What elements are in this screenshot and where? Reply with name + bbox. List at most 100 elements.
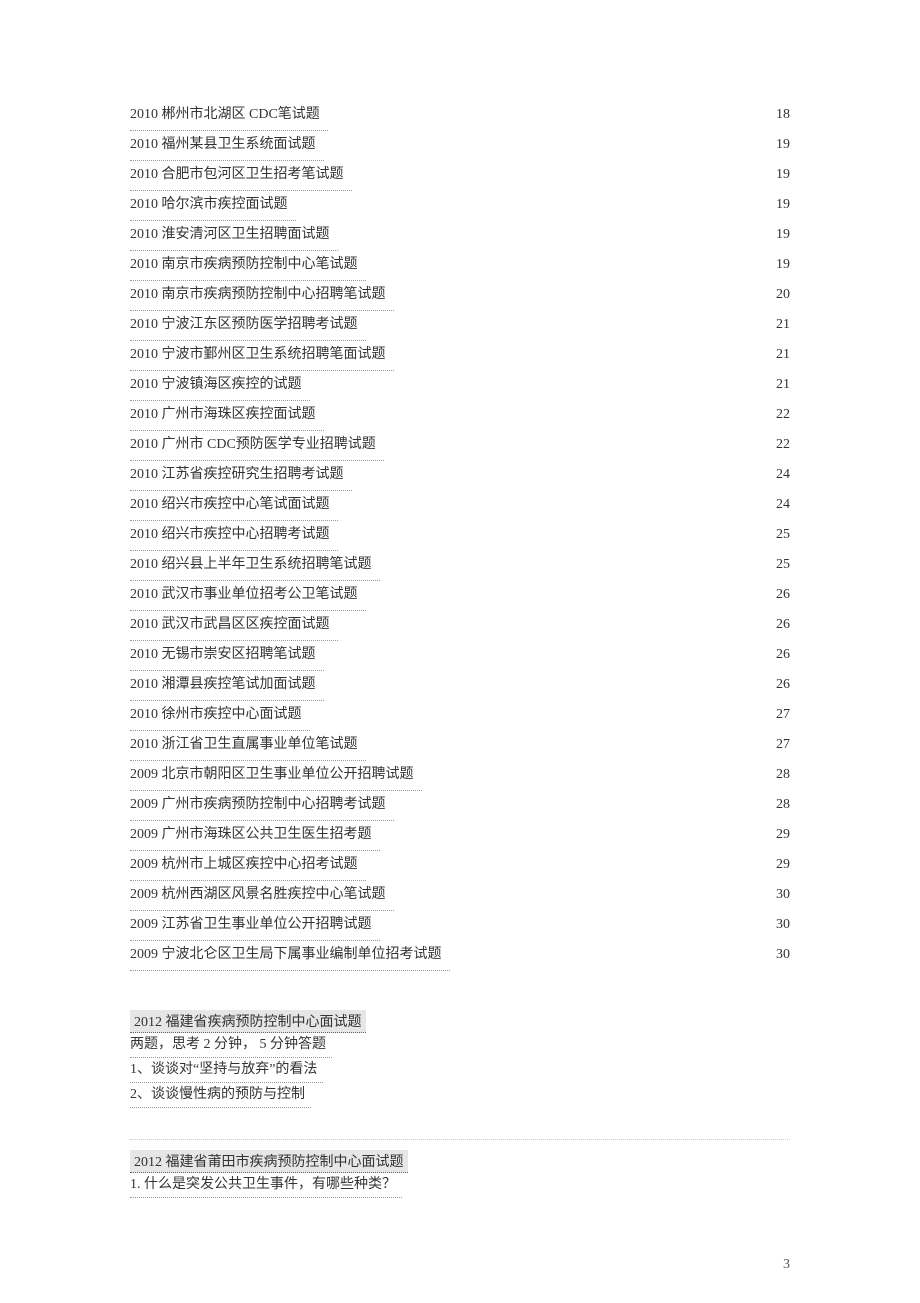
toc-row[interactable]: 2010 哈尔滨市疾控面试题 19 (130, 190, 790, 220)
section-1-line-2: 2、谈谈慢性病的预防与控制 (130, 1083, 311, 1108)
toc-page: 26 (768, 580, 790, 610)
toc-title: 2010 郴州市北湖区 CDC笔试题 (130, 100, 328, 131)
toc-title: 2010 合肥市包河区卫生招考笔试题 (130, 160, 352, 191)
toc-title: 2010 广州市海珠区疾控面试题 (130, 400, 324, 431)
toc-title: 2010 宁波市鄞州区卫生系统招聘笔面试题 (130, 340, 394, 371)
section-heading-1-text: 2012 福建省疾病预防控制中心面试题 (134, 1015, 362, 1030)
toc-page: 29 (768, 820, 790, 850)
toc-title: 2010 江苏省疾控研究生招聘考试题 (130, 460, 352, 491)
toc-row[interactable]: 2009 江苏省卫生事业单位公开招聘试题 30 (130, 910, 790, 940)
toc-page: 19 (768, 220, 790, 250)
toc-row[interactable]: 2010 南京市疾病预防控制中心招聘笔试题 20 (130, 280, 790, 310)
toc-title: 2010 淮安清河区卫生招聘面试题 (130, 220, 338, 251)
toc-title: 2009 广州市海珠区公共卫生医生招考题 (130, 820, 380, 851)
toc-row[interactable]: 2010 合肥市包河区卫生招考笔试题 19 (130, 160, 790, 190)
toc-title: 2010 武汉市事业单位招考公卫笔试题 (130, 580, 366, 611)
toc-page: 26 (768, 610, 790, 640)
section-divider (130, 1114, 790, 1140)
toc-page: 24 (768, 490, 790, 520)
toc-row[interactable]: 2010 江苏省疾控研究生招聘考试题 24 (130, 460, 790, 490)
page-number: 3 (783, 1257, 790, 1273)
toc-row[interactable]: 2009 广州市疾病预防控制中心招聘考试题 28 (130, 790, 790, 820)
toc-title: 2009 广州市疾病预防控制中心招聘考试题 (130, 790, 394, 821)
section-2-line-0: 1. 什么是突发公共卫生事件，有哪些种类？ (130, 1173, 402, 1198)
toc-row[interactable]: 2010 南京市疾病预防控制中心笔试题 19 (130, 250, 790, 280)
toc-page: 26 (768, 640, 790, 670)
section-heading-2[interactable]: 2012 福建省莆田市疾病预防控制中心面试题 (130, 1150, 408, 1173)
toc-row[interactable]: 2010 宁波镇海区疾控的试题 21 (130, 370, 790, 400)
toc-title: 2009 杭州西湖区风景名胜疾控中心笔试题 (130, 880, 394, 911)
toc-row[interactable]: 2009 杭州市上城区疾控中心招考试题 29 (130, 850, 790, 880)
toc-page: 21 (768, 310, 790, 340)
toc-row[interactable]: 2010 湘潭县疾控笔试加面试题 26 (130, 670, 790, 700)
toc-row[interactable]: 2009 宁波北仑区卫生局下属事业编制单位招考试题 30 (130, 940, 790, 970)
toc-row[interactable]: 2009 北京市朝阳区卫生事业单位公开招聘试题 28 (130, 760, 790, 790)
toc-title: 2010 南京市疾病预防控制中心招聘笔试题 (130, 280, 394, 311)
toc-page: 22 (768, 430, 790, 460)
toc-page: 21 (768, 340, 790, 370)
toc-row[interactable]: 2009 杭州西湖区风景名胜疾控中心笔试题 30 (130, 880, 790, 910)
toc-title: 2010 徐州市疾控中心面试题 (130, 700, 310, 731)
toc-page: 30 (768, 880, 790, 910)
toc-page: 28 (768, 790, 790, 820)
toc-row[interactable]: 2010 绍兴市疾控中心招聘考试题 25 (130, 520, 790, 550)
toc-page: 27 (768, 700, 790, 730)
toc-title: 2010 宁波镇海区疾控的试题 (130, 370, 310, 401)
toc-title: 2010 绍兴市疾控中心招聘考试题 (130, 520, 338, 551)
toc-page: 19 (768, 160, 790, 190)
toc-page: 30 (768, 940, 790, 970)
toc-title: 2010 绍兴市疾控中心笔试面试题 (130, 490, 338, 521)
toc-title: 2010 南京市疾病预防控制中心笔试题 (130, 250, 366, 281)
toc-title: 2009 宁波北仑区卫生局下属事业编制单位招考试题 (130, 940, 450, 971)
toc-title: 2010 无锡市崇安区招聘笔试题 (130, 640, 324, 671)
table-of-contents: 2010 郴州市北湖区 CDC笔试题182010 福州某县卫生系统面试题1920… (130, 100, 790, 970)
toc-row[interactable]: 2009 广州市海珠区公共卫生医生招考题 29 (130, 820, 790, 850)
toc-page: 24 (768, 460, 790, 490)
toc-page: 18 (768, 100, 790, 130)
toc-row[interactable]: 2010 广州市 CDC预防医学专业招聘试题 22 (130, 430, 790, 460)
toc-row[interactable]: 2010 宁波江东区预防医学招聘考试题 21 (130, 310, 790, 340)
toc-row[interactable]: 2010 浙江省卫生直属事业单位笔试题 27 (130, 730, 790, 760)
section-1-line-0: 两题，思考 2 分钟， 5 分钟答题 (130, 1033, 332, 1058)
toc-page: 22 (768, 400, 790, 430)
toc-page: 26 (768, 670, 790, 700)
toc-page: 21 (768, 370, 790, 400)
toc-page: 20 (768, 280, 790, 310)
section-heading-1[interactable]: 2012 福建省疾病预防控制中心面试题 (130, 1010, 366, 1033)
toc-row[interactable]: 2010 福州某县卫生系统面试题 19 (130, 130, 790, 160)
toc-page: 25 (768, 550, 790, 580)
toc-title: 2009 北京市朝阳区卫生事业单位公开招聘试题 (130, 760, 422, 791)
toc-title: 2010 哈尔滨市疾控面试题 (130, 190, 296, 221)
section-2: 2012 福建省莆田市疾病预防控制中心面试题 1. 什么是突发公共卫生事件，有哪… (130, 1150, 790, 1198)
toc-row[interactable]: 2010 武汉市武昌区区疾控面试题 26 (130, 610, 790, 640)
toc-page: 19 (768, 130, 790, 160)
toc-row[interactable]: 2010 绍兴市疾控中心笔试面试题 24 (130, 490, 790, 520)
toc-page: 25 (768, 520, 790, 550)
toc-title: 2010 宁波江东区预防医学招聘考试题 (130, 310, 366, 341)
toc-title: 2010 绍兴县上半年卫生系统招聘笔试题 (130, 550, 380, 581)
toc-page: 19 (768, 190, 790, 220)
section-1: 2012 福建省疾病预防控制中心面试题 两题，思考 2 分钟， 5 分钟答题 1… (130, 1010, 790, 1108)
toc-row[interactable]: 2010 郴州市北湖区 CDC笔试题 18 (130, 100, 790, 130)
toc-page: 28 (768, 760, 790, 790)
toc-row[interactable]: 2010 武汉市事业单位招考公卫笔试题 26 (130, 580, 790, 610)
section-heading-2-text: 2012 福建省莆田市疾病预防控制中心面试题 (134, 1155, 404, 1170)
toc-page: 19 (768, 250, 790, 280)
toc-page: 30 (768, 910, 790, 940)
toc-title: 2010 湘潭县疾控笔试加面试题 (130, 670, 324, 701)
toc-title: 2009 杭州市上城区疾控中心招考试题 (130, 850, 366, 881)
toc-title: 2010 武汉市武昌区区疾控面试题 (130, 610, 338, 641)
toc-title: 2010 福州某县卫生系统面试题 (130, 130, 324, 161)
toc-row[interactable]: 2010 广州市海珠区疾控面试题 22 (130, 400, 790, 430)
toc-row[interactable]: 2010 无锡市崇安区招聘笔试题 26 (130, 640, 790, 670)
toc-row[interactable]: 2010 绍兴县上半年卫生系统招聘笔试题 25 (130, 550, 790, 580)
section-1-line-1: 1、谈谈对“坚持与放弃”的看法 (130, 1058, 323, 1083)
toc-title: 2010 广州市 CDC预防医学专业招聘试题 (130, 430, 384, 461)
toc-page: 29 (768, 850, 790, 880)
toc-row[interactable]: 2010 徐州市疾控中心面试题 27 (130, 700, 790, 730)
toc-row[interactable]: 2010 宁波市鄞州区卫生系统招聘笔面试题 21 (130, 340, 790, 370)
toc-row[interactable]: 2010 淮安清河区卫生招聘面试题 19 (130, 220, 790, 250)
toc-page: 27 (768, 730, 790, 760)
toc-title: 2010 浙江省卫生直属事业单位笔试题 (130, 730, 366, 761)
toc-title: 2009 江苏省卫生事业单位公开招聘试题 (130, 910, 380, 941)
